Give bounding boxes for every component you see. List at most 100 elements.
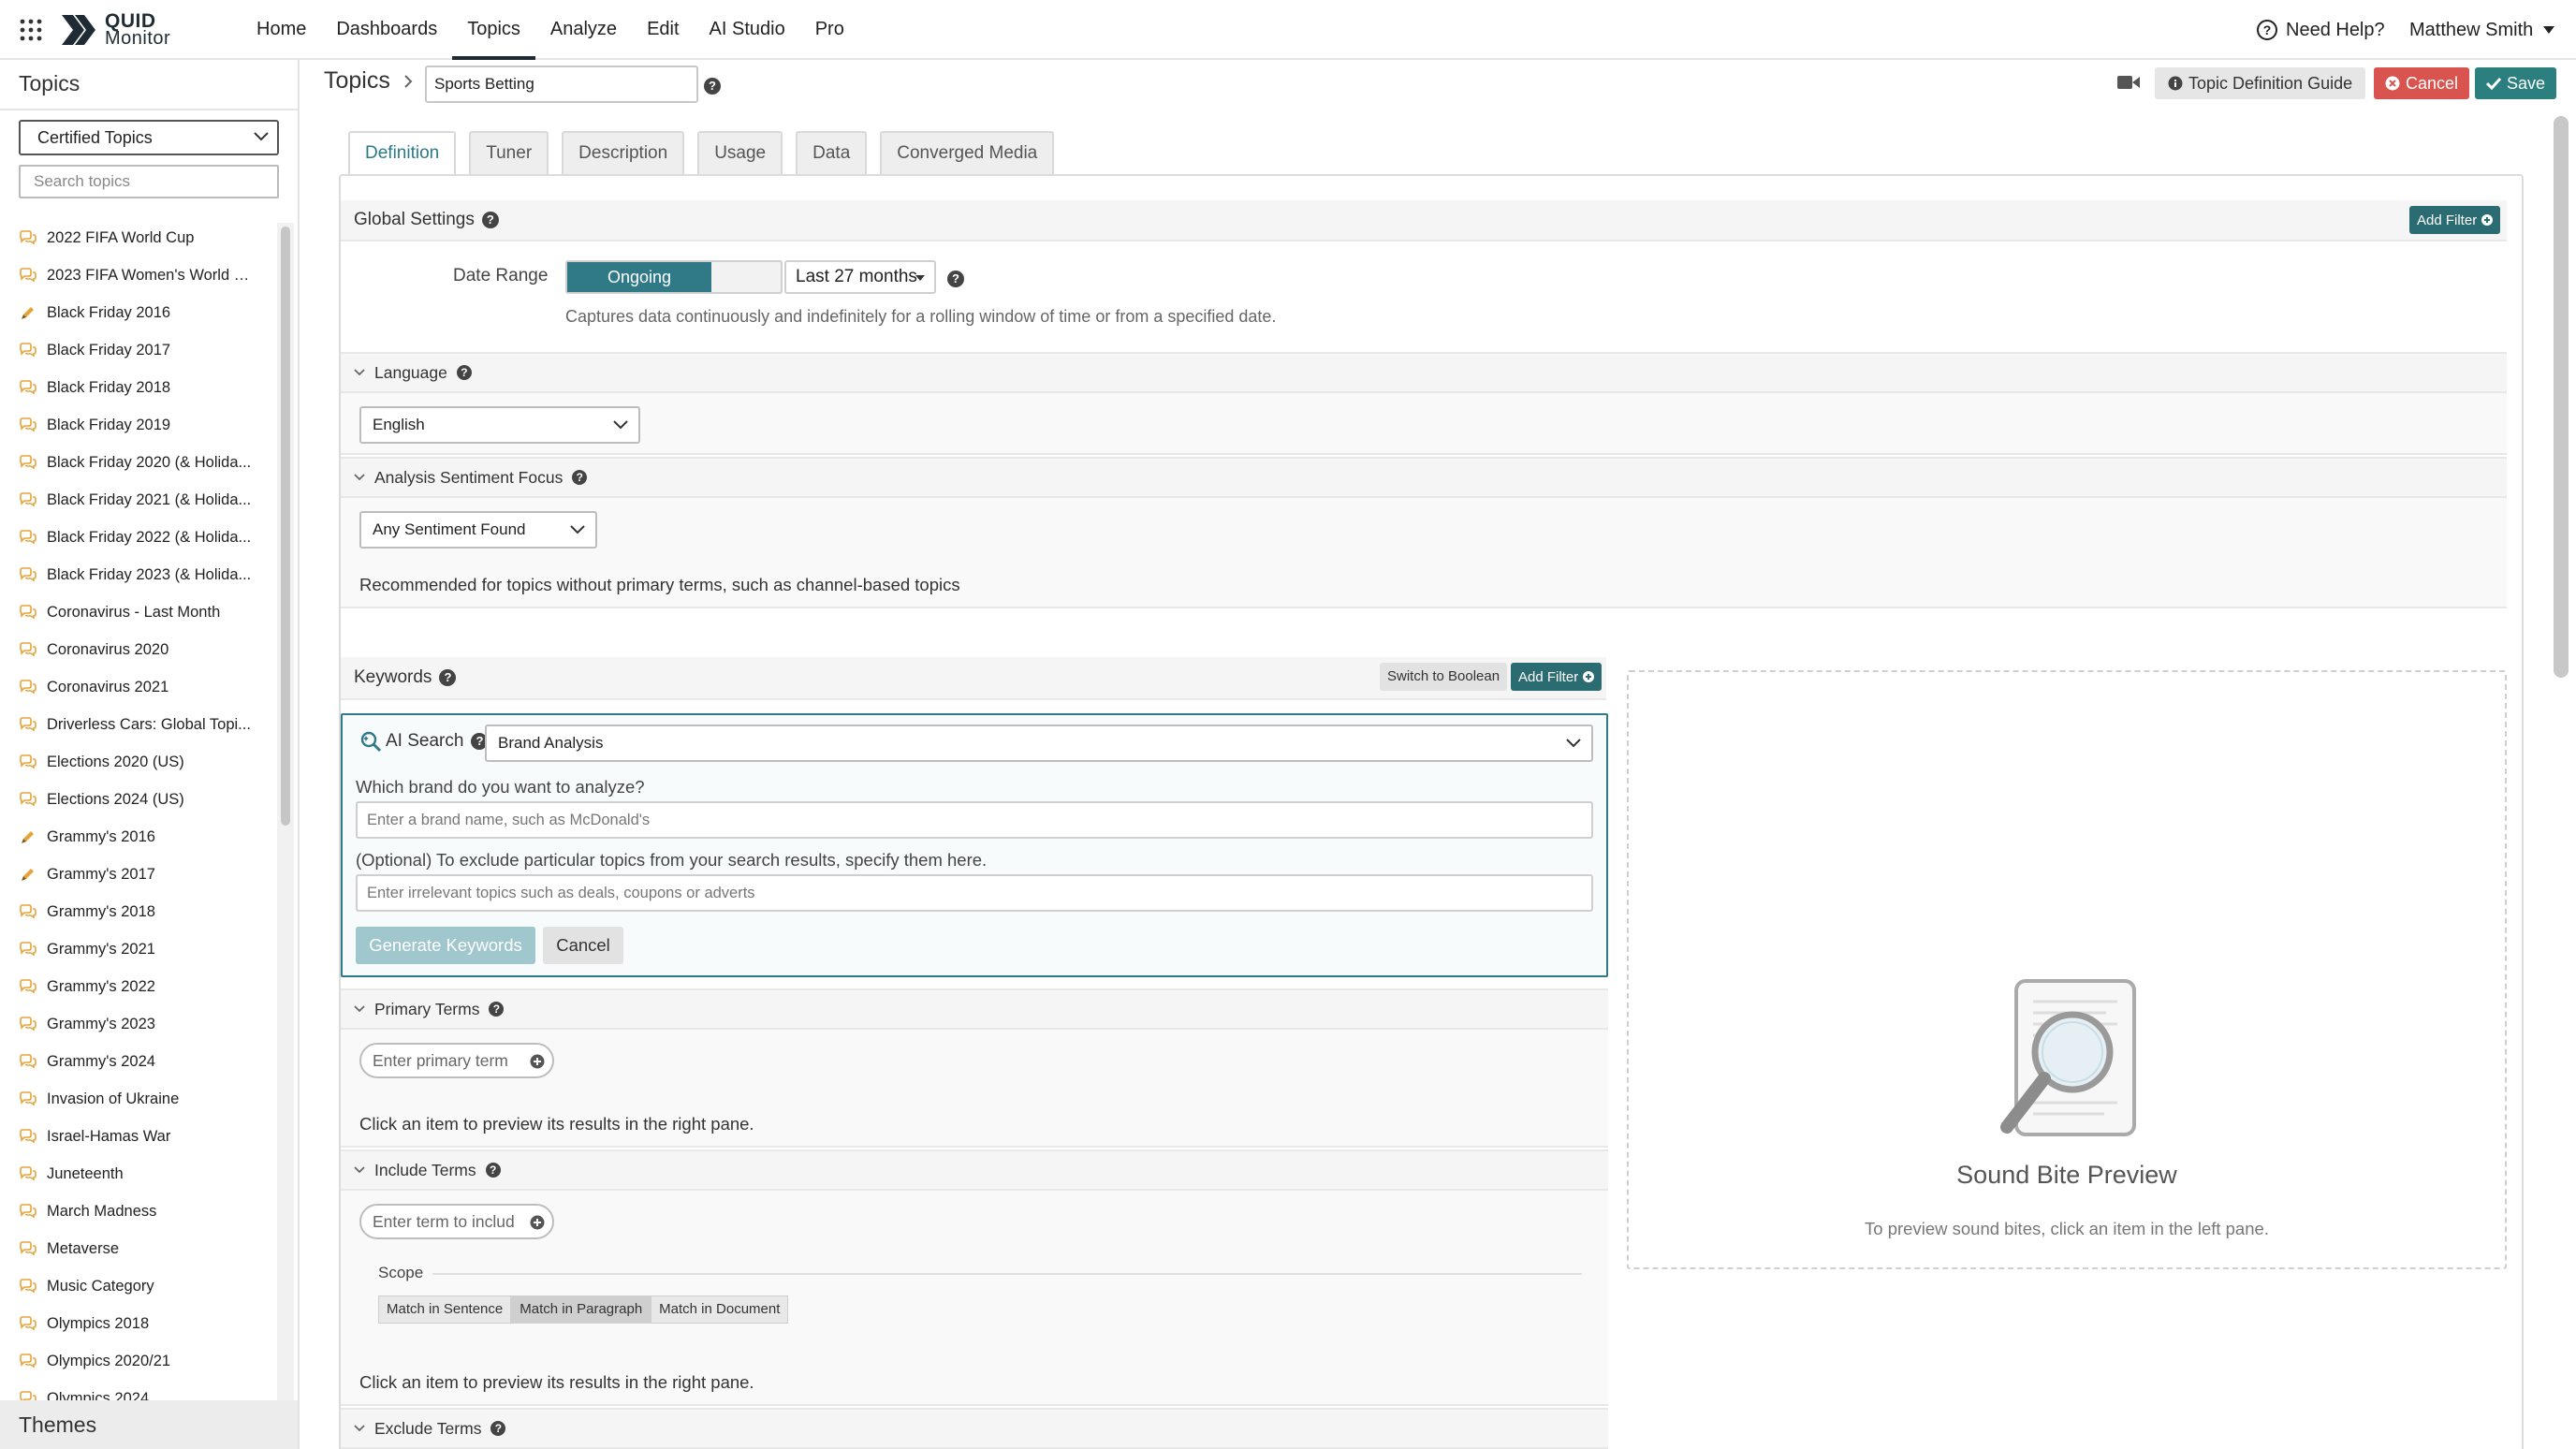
switch-to-boolean-button[interactable]: Switch to Boolean — [1380, 663, 1508, 691]
topic-list-item[interactable]: Black Friday 2021 (& Holida... — [0, 481, 271, 519]
help-icon[interactable]: ? — [947, 268, 964, 287]
sentiment-section-header[interactable]: Analysis Sentiment Focus ? — [341, 457, 2507, 498]
topic-list-item[interactable]: Black Friday 2018 — [0, 369, 271, 406]
topic-list-item[interactable]: Black Friday 2017 — [0, 331, 271, 369]
nav-home[interactable]: Home — [242, 0, 321, 60]
help-icon[interactable]: ? — [485, 1163, 501, 1178]
topic-list-item[interactable]: March Madness — [0, 1193, 271, 1230]
nav-dashboards[interactable]: Dashboards — [321, 0, 452, 60]
language-value: English — [373, 416, 425, 433]
plus-circle-icon[interactable] — [530, 1054, 545, 1069]
topic-definition-guide-button[interactable]: Topic Definition Guide — [2155, 67, 2366, 99]
topic-list-item[interactable]: 2022 FIFA World Cup — [0, 219, 271, 256]
topic-list-item[interactable]: Elections 2024 (US) — [0, 781, 271, 818]
topic-label: Olympics 2018 — [47, 1314, 150, 1332]
app-grid-icon[interactable] — [19, 18, 43, 42]
brand-name-input[interactable] — [356, 801, 1593, 839]
topic-list-item[interactable]: Music Category — [0, 1267, 271, 1305]
tab-definition[interactable]: Definition — [348, 131, 457, 176]
breadcrumb-topics[interactable]: Topics — [324, 67, 390, 95]
topic-list-item[interactable]: Grammy's 2017 — [0, 856, 271, 893]
topic-list-item[interactable]: Black Friday 2016 — [0, 294, 271, 331]
user-menu[interactable]: Matthew Smith — [2409, 0, 2555, 60]
topic-list-item[interactable]: Coronavirus - Last Month — [0, 593, 271, 631]
help-icon[interactable]: ? — [439, 669, 457, 686]
scope-paragraph-button[interactable]: Match in Paragraph — [511, 1295, 651, 1324]
nav-analyze[interactable]: Analyze — [535, 0, 632, 60]
quid-monitor-logo[interactable]: QUID Monitor — [60, 11, 170, 49]
sentiment-select[interactable]: Any Sentiment Found — [359, 511, 597, 549]
nav-edit[interactable]: Edit — [632, 0, 694, 60]
tab-usage[interactable]: Usage — [697, 131, 783, 174]
topic-list-item[interactable]: Driverless Cars: Global Topi... — [0, 706, 271, 743]
save-label: Save — [2507, 73, 2546, 93]
date-mode-ongoing[interactable]: Ongoing — [567, 262, 711, 292]
topic-list-item[interactable]: Olympics 2020/21 — [0, 1342, 271, 1380]
scope-sentence-button[interactable]: Match in Sentence — [378, 1295, 512, 1324]
video-camera-icon[interactable] — [2117, 75, 2140, 90]
help-icon[interactable]: ? — [456, 365, 472, 380]
help-icon[interactable]: ? — [490, 1421, 506, 1436]
cancel-button[interactable]: Cancel — [2374, 67, 2470, 99]
topic-list-item[interactable]: Israel-Hamas War — [0, 1118, 271, 1155]
topic-list-item[interactable]: Grammy's 2016 — [0, 818, 271, 856]
topic-name-input[interactable] — [425, 66, 698, 103]
topic-list-item[interactable]: Grammy's 2022 — [0, 968, 271, 1005]
tab-data[interactable]: Data — [796, 131, 868, 174]
save-button[interactable]: Save — [2475, 67, 2557, 99]
nav-topics[interactable]: Topics — [452, 0, 535, 60]
chevron-down-icon — [613, 420, 628, 430]
help-icon[interactable]: ? — [572, 470, 588, 485]
topic-list-item[interactable]: Grammy's 2021 — [0, 930, 271, 968]
keywords-add-filter-button[interactable]: Add Filter — [1511, 663, 1603, 691]
include-term-input[interactable]: Enter term to includ — [359, 1204, 554, 1239]
topic-list-item[interactable]: Olympics 2018 — [0, 1305, 271, 1342]
primary-terms-header[interactable]: Primary Terms ? — [341, 988, 1608, 1030]
topic-list-item[interactable]: Coronavirus 2020 — [0, 631, 271, 668]
main-scrollbar-thumb[interactable] — [2554, 116, 2569, 678]
date-range-select[interactable]: Last 27 months — [784, 260, 936, 294]
topic-category-select[interactable]: Certified Topics — [19, 120, 279, 155]
themes-section-toggle[interactable]: Themes — [0, 1400, 298, 1449]
ai-cancel-button[interactable]: Cancel — [543, 927, 623, 964]
help-icon[interactable]: ? — [704, 75, 721, 95]
topic-list-item[interactable]: Grammy's 2023 — [0, 1005, 271, 1043]
date-mode-toggle[interactable]: Ongoing — [565, 260, 783, 294]
topic-label: Grammy's 2021 — [47, 940, 155, 958]
exclude-terms-header[interactable]: Exclude Terms ? — [341, 1408, 1608, 1449]
include-terms-header[interactable]: Include Terms ? — [341, 1149, 1608, 1191]
topic-list-item[interactable]: Black Friday 2022 (& Holida... — [0, 519, 271, 556]
topic-list-item[interactable]: Metaverse — [0, 1230, 271, 1267]
sidebar-scrollbar-thumb[interactable] — [281, 227, 290, 826]
topic-search-input[interactable] — [19, 165, 279, 198]
language-select[interactable]: English — [359, 406, 640, 444]
ai-search-mode-select[interactable]: Brand Analysis — [485, 724, 1593, 762]
global-add-filter-button[interactable]: Add Filter — [2409, 206, 2501, 234]
exclude-topics-input[interactable] — [356, 874, 1593, 912]
topic-list-item[interactable]: 2023 FIFA Women's World C... — [0, 256, 271, 294]
generate-keywords-button[interactable]: Generate Keywords — [356, 927, 535, 964]
topic-list-item[interactable]: Grammy's 2024 — [0, 1043, 271, 1080]
brand-question: Which brand do you want to analyze? — [356, 777, 645, 797]
primary-term-input[interactable]: Enter primary term — [359, 1043, 554, 1078]
help-icon[interactable]: ? — [489, 1002, 505, 1017]
tab-converged-media[interactable]: Converged Media — [880, 131, 1055, 174]
plus-circle-icon[interactable] — [530, 1215, 545, 1230]
topic-list-item[interactable]: Coronavirus 2021 — [0, 668, 271, 706]
tab-description[interactable]: Description — [562, 131, 685, 174]
tab-tuner[interactable]: Tuner — [469, 131, 549, 174]
need-help-button[interactable]: ? Need Help? — [2256, 0, 2385, 60]
topic-list-item[interactable]: Juneteenth — [0, 1155, 271, 1193]
topic-list-item[interactable]: Grammy's 2018 — [0, 893, 271, 930]
nav-ai-studio[interactable]: AI Studio — [695, 0, 800, 60]
topic-list-item[interactable]: Invasion of Ukraine — [0, 1080, 271, 1118]
nav-pro[interactable]: Pro — [800, 0, 859, 60]
topic-list-item[interactable]: Elections 2020 (US) — [0, 743, 271, 781]
topic-list-item[interactable]: Black Friday 2020 (& Holida... — [0, 444, 271, 481]
help-icon[interactable]: ? — [481, 212, 499, 228]
topic-list-item[interactable]: Black Friday 2023 (& Holida... — [0, 556, 271, 593]
chevron-down-icon — [354, 369, 365, 376]
scope-document-button[interactable]: Match in Document — [651, 1295, 789, 1324]
topic-list-item[interactable]: Black Friday 2019 — [0, 406, 271, 444]
language-section-header[interactable]: Language ? — [341, 352, 2507, 393]
